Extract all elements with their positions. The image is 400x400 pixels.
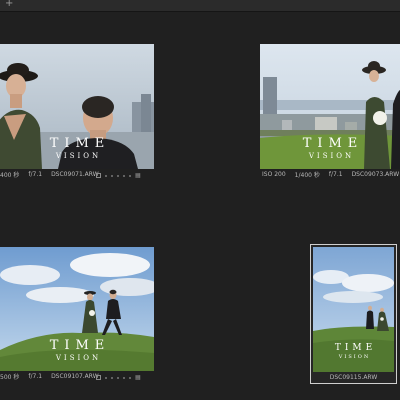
rating-dot[interactable]	[105, 174, 107, 177]
rating-dot[interactable]	[117, 174, 119, 177]
aperture: f/7.1	[28, 171, 43, 178]
checkbox-icon[interactable]	[96, 173, 101, 178]
photo-3[interactable]: TIME VISION	[0, 247, 154, 371]
thumbnail-4-selected[interactable]: TIME VISION DSC09115.ARW	[310, 244, 397, 384]
rating-dot[interactable]	[117, 376, 119, 379]
thumbnail-metadata: ISO 200 1/400 秒 f/7.1 DSC09073.ARW	[262, 170, 400, 179]
shutter-speed: 500 秒	[0, 374, 20, 381]
rating-dot[interactable]	[111, 174, 113, 177]
thumbnail-3[interactable]: TIME VISION 500 秒 f/7.1 DSC09107.ARW ▦	[0, 240, 160, 385]
photo-couple-hill-portrait	[313, 247, 394, 372]
rating-dot[interactable]	[123, 376, 125, 379]
rating-dot[interactable]	[129, 174, 131, 177]
rating-dot[interactable]	[123, 174, 125, 177]
thumbnail-2[interactable]: TIME VISION ISO 200 1/400 秒 f/7.1 DSC090…	[260, 0, 400, 185]
thumbnail-metadata: 400 秒 f/7.1 DSC09071.ARW ▦	[0, 170, 154, 179]
filename: DSC09071.ARW	[51, 171, 99, 178]
grid-icon[interactable]: ▦	[135, 374, 141, 381]
filename: DSC09073.ARW	[351, 171, 400, 178]
filename: DSC09115.ARW	[329, 374, 378, 381]
rating-dot[interactable]	[129, 376, 131, 379]
aperture: f/7.1	[328, 171, 343, 178]
thumbnail-metadata: DSC09115.ARW	[311, 373, 396, 382]
thumbnail-metadata: 500 秒 f/7.1 DSC09107.ARW ▦	[0, 372, 154, 381]
photo-couple-city-hill	[260, 44, 400, 169]
photo-2[interactable]: TIME VISION	[260, 44, 400, 169]
shutter-speed: 400 秒	[0, 172, 20, 179]
aperture: f/7.1	[28, 373, 43, 380]
photo-1[interactable]: TIME VISION	[0, 44, 154, 169]
photo-couple-closeup	[0, 44, 154, 169]
checkbox-icon[interactable]	[96, 375, 101, 380]
rating-dot[interactable]	[105, 376, 107, 379]
photo-couple-walking	[0, 247, 154, 371]
thumbnail-1[interactable]: TIME VISION 400 秒 f/7.1 DSC09071.ARW ▦	[0, 0, 160, 185]
filename: DSC09107.ARW	[51, 373, 99, 380]
iso: ISO 200	[262, 171, 286, 178]
photo-4[interactable]: TIME VISION	[313, 247, 394, 372]
grid-icon[interactable]: ▦	[135, 172, 141, 179]
rating-dot[interactable]	[111, 376, 113, 379]
shutter-speed: 1/400 秒	[294, 172, 320, 179]
